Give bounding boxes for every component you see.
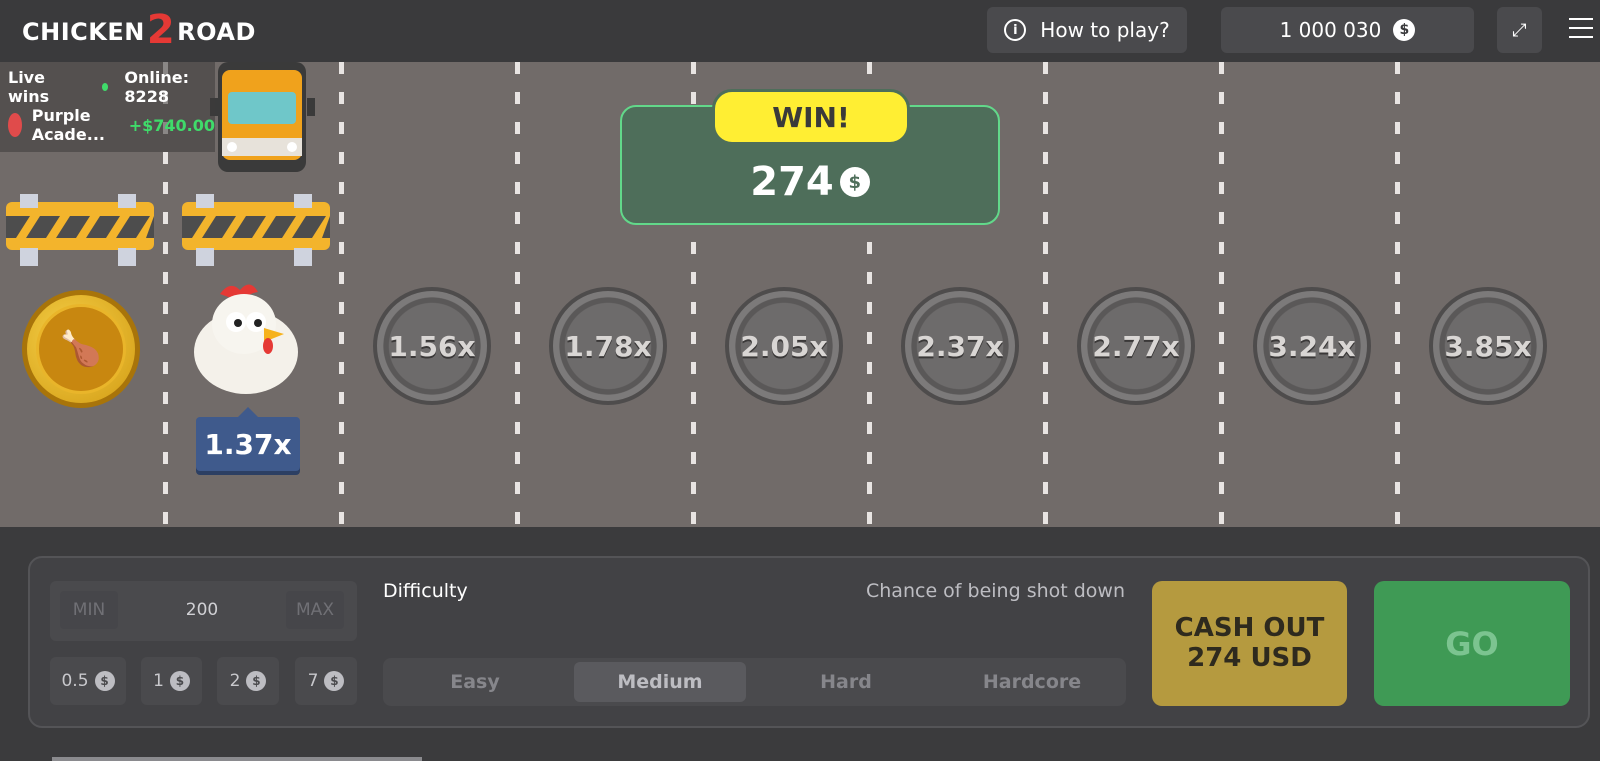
max-bet-button[interactable]: MAX bbox=[286, 591, 344, 629]
lane-multiplier-manhole[interactable]: 3.85x bbox=[1429, 287, 1547, 405]
current-multiplier-value: 1.37x bbox=[204, 427, 292, 461]
lane-multiplier-manhole[interactable]: 3.24x bbox=[1253, 287, 1371, 405]
cash-out-button[interactable]: CASH OUT 274 USD bbox=[1152, 581, 1347, 706]
min-bet-button[interactable]: MIN bbox=[60, 591, 118, 629]
bottom-scroll-indicator bbox=[52, 757, 422, 761]
balance-value: 1 000 030 bbox=[1279, 18, 1382, 42]
difficulty-selector: Easy Medium Hard Hardcore bbox=[383, 658, 1126, 706]
lane-divider bbox=[1395, 62, 1400, 527]
lane-divider bbox=[1219, 62, 1224, 527]
dollar-coin-icon: $ bbox=[169, 671, 190, 691]
go-label: GO bbox=[1445, 624, 1499, 663]
lane-divider bbox=[339, 62, 344, 527]
chicken-character-icon bbox=[194, 284, 298, 394]
menu-button[interactable] bbox=[1569, 18, 1593, 45]
truck-icon bbox=[210, 62, 315, 172]
bet-chip-button[interactable]: 0.5 $ bbox=[50, 657, 126, 705]
hamburger-icon bbox=[1569, 18, 1593, 20]
difficulty-tab-hard[interactable]: Hard bbox=[760, 662, 932, 702]
win-amount-value: 274 bbox=[750, 159, 834, 205]
logo-text-chicken: CHICKEN bbox=[22, 18, 145, 46]
dollar-coin-icon: $ bbox=[94, 671, 115, 691]
how-to-play-button[interactable]: i How to play? bbox=[987, 7, 1187, 53]
fullscreen-button[interactable]: ⤢ bbox=[1497, 7, 1542, 53]
lane-multiplier-manhole[interactable]: 2.05x bbox=[725, 287, 843, 405]
lane-divider bbox=[515, 62, 520, 527]
multiplier-label: 2.37x bbox=[916, 329, 1004, 363]
current-multiplier-badge: 1.37x bbox=[196, 407, 300, 471]
road-barrier-icon bbox=[6, 194, 154, 266]
winner-name: Purple Acade... bbox=[31, 106, 105, 144]
start-coin-icon: 🍗 bbox=[22, 290, 140, 408]
lane-multiplier-manhole[interactable]: 1.78x bbox=[549, 287, 667, 405]
bet-amount-control: MIN 200 MAX bbox=[50, 581, 357, 641]
live-win-entry: Purple Acade... +$740.00 bbox=[0, 100, 215, 150]
live-wins-panel: Live wins Online: 8228 Purple Acade... +… bbox=[0, 62, 215, 152]
game-logo: CHICKEN 2 ROAD bbox=[22, 10, 256, 54]
cash-out-amount: 274 USD bbox=[1187, 642, 1312, 673]
cash-out-label: CASH OUT bbox=[1174, 612, 1325, 643]
info-icon: i bbox=[1004, 19, 1027, 41]
multiplier-label: 2.05x bbox=[740, 329, 828, 363]
dollar-coin-icon: $ bbox=[1393, 19, 1416, 41]
multiplier-label: 3.24x bbox=[1268, 329, 1356, 363]
lane-multiplier-manhole[interactable]: 2.77x bbox=[1077, 287, 1195, 405]
multiplier-label: 1.56x bbox=[388, 329, 476, 363]
multiplier-label: 2.77x bbox=[1092, 329, 1180, 363]
win-label-badge: WIN! bbox=[712, 89, 910, 145]
online-status-icon bbox=[102, 83, 109, 91]
lane-multiplier-manhole[interactable]: 2.37x bbox=[901, 287, 1019, 405]
roast-chicken-icon: 🍗 bbox=[36, 304, 126, 394]
dollar-coin-icon: $ bbox=[246, 671, 267, 691]
multiplier-label: 3.85x bbox=[1444, 329, 1532, 363]
bet-chip-button[interactable]: 2 $ bbox=[217, 657, 279, 705]
logo-text-road: ROAD bbox=[177, 18, 256, 46]
bet-amount-input[interactable]: 200 bbox=[170, 591, 234, 629]
multiplier-label: 1.78x bbox=[564, 329, 652, 363]
difficulty-tab-hardcore[interactable]: Hardcore bbox=[946, 662, 1118, 702]
winner-amount: +$740.00 bbox=[128, 115, 215, 135]
difficulty-tab-easy[interactable]: Easy bbox=[389, 662, 561, 702]
difficulty-tab-medium[interactable]: Medium bbox=[574, 662, 746, 702]
how-to-play-label: How to play? bbox=[1040, 18, 1170, 42]
logo-text-2: 2 bbox=[146, 7, 176, 53]
win-amount: 274 $ bbox=[620, 159, 1000, 205]
go-button[interactable]: GO bbox=[1374, 581, 1570, 706]
top-bar: CHICKEN 2 ROAD i How to play? 1 000 030 … bbox=[0, 0, 1600, 62]
dollar-coin-icon: $ bbox=[839, 167, 870, 197]
difficulty-label: Difficulty bbox=[383, 580, 468, 602]
win-label: WIN! bbox=[772, 100, 850, 134]
fullscreen-icon: ⤢ bbox=[1512, 19, 1527, 41]
bet-chip-button[interactable]: 1 $ bbox=[141, 657, 202, 705]
balance-display: 1 000 030 $ bbox=[1221, 7, 1474, 53]
avatar bbox=[8, 113, 22, 137]
road-barrier-icon bbox=[182, 194, 330, 266]
lane-multiplier-manhole[interactable]: 1.56x bbox=[373, 287, 491, 405]
bet-chip-button[interactable]: 7 $ bbox=[295, 657, 357, 705]
chance-label: Chance of being shot down bbox=[866, 580, 1126, 602]
dollar-coin-icon: $ bbox=[324, 671, 345, 691]
lane-divider bbox=[1043, 62, 1048, 527]
